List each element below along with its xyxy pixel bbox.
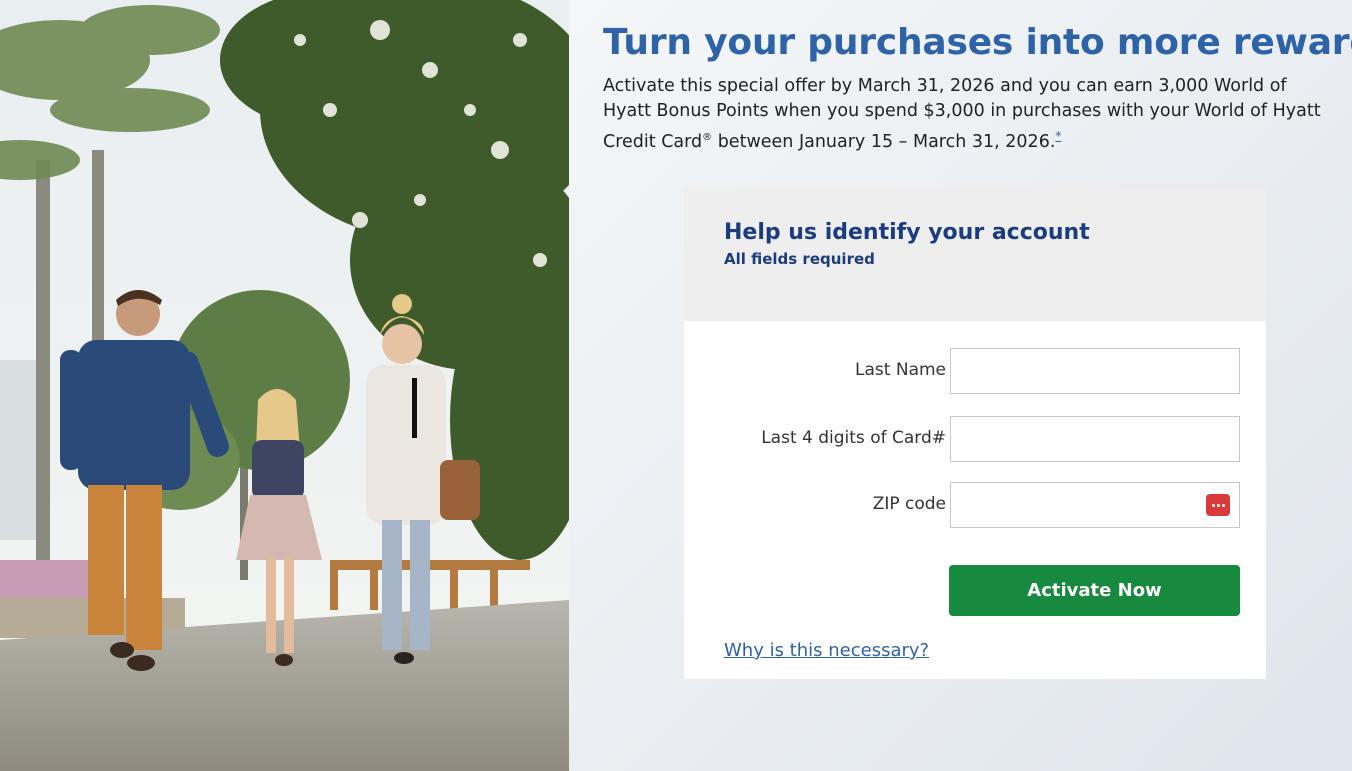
hero-photo xyxy=(0,0,569,771)
last-name-input[interactable] xyxy=(951,349,1239,393)
offer-panel: Turn your purchases into more rewards! A… xyxy=(569,0,1352,771)
zip-code-label: ZIP code xyxy=(872,494,946,514)
zip-code-input[interactable] xyxy=(951,483,1239,527)
card-digits-input[interactable] xyxy=(951,417,1239,461)
offer-description: Activate this special offer by March 31,… xyxy=(603,74,1323,155)
form-subtitle: All fields required xyxy=(724,250,875,268)
form-header: Help us identify your account All fields… xyxy=(684,188,1266,321)
activate-now-button[interactable]: Activate Now xyxy=(949,565,1240,616)
card-digits-field xyxy=(950,416,1240,462)
last-name-field xyxy=(950,348,1240,394)
family-photo-illustration xyxy=(0,0,569,771)
last-name-row: Last Name xyxy=(684,348,1266,394)
zip-code-field xyxy=(950,482,1240,528)
card-digits-label: Last 4 digits of Card# xyxy=(761,428,946,448)
zip-code-row: ZIP code xyxy=(684,482,1266,528)
form-title: Help us identify your account xyxy=(724,220,1090,245)
footnote-link[interactable]: * xyxy=(1055,129,1061,143)
password-manager-icon[interactable] xyxy=(1206,494,1230,516)
offer-text-part-2: between January 15 – March 31, 2026. xyxy=(712,131,1056,152)
card-digits-row: Last 4 digits of Card# xyxy=(684,416,1266,462)
account-identification-form: Help us identify your account All fields… xyxy=(684,188,1266,679)
last-name-label: Last Name xyxy=(855,360,946,380)
offer-headline: Turn your purchases into more rewards! xyxy=(603,22,1352,63)
why-necessary-link[interactable]: Why is this necessary? xyxy=(724,640,929,661)
registered-mark: ® xyxy=(702,132,713,143)
